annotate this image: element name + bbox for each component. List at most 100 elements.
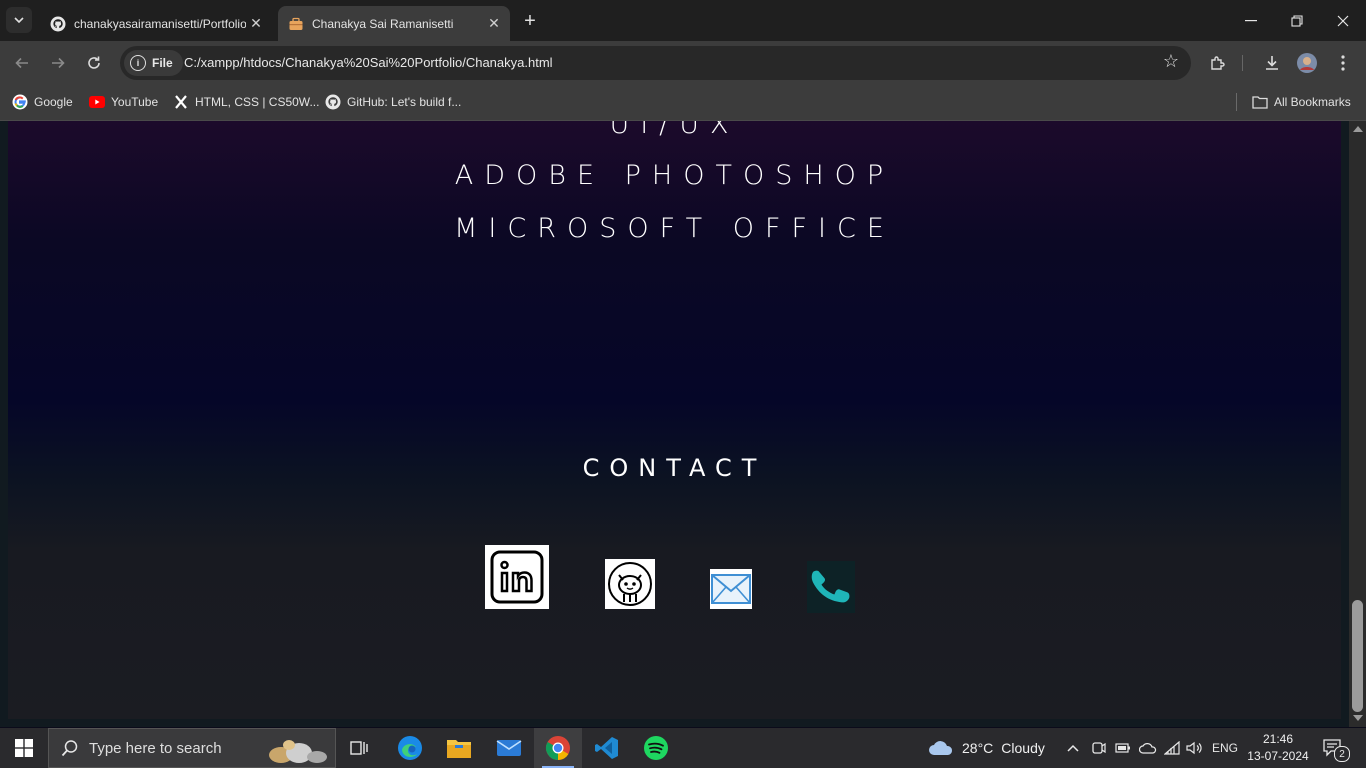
- arrow-right-icon: [52, 57, 65, 69]
- wifi-icon: [1164, 741, 1180, 755]
- portfolio-page: UI/UX ADOBE PHOTOSHOP MICROSOFT OFFICE C…: [8, 121, 1341, 719]
- briefcase-icon: [288, 16, 304, 32]
- onedrive-icon: [1139, 743, 1157, 754]
- bookmark-label: Google: [34, 95, 73, 109]
- minimize-button[interactable]: [1228, 0, 1274, 41]
- contact-heading: CONTACT: [582, 454, 767, 482]
- browser-toolbar: i File C:/xampp/htdocs/Chanakya%20Sai%20…: [0, 41, 1366, 85]
- toolbar-divider: [1242, 55, 1243, 71]
- bookmark-label: YouTube: [111, 95, 159, 109]
- chrome-menu-button[interactable]: [1329, 49, 1357, 77]
- arrow-left-icon: [15, 57, 28, 69]
- system-clock[interactable]: 21:46 13-07-2024: [1246, 731, 1310, 765]
- close-window-button[interactable]: [1320, 0, 1366, 41]
- bookmark-google[interactable]: Google: [12, 93, 73, 111]
- scrollbar-thumb[interactable]: [1352, 600, 1363, 712]
- forward-button[interactable]: [44, 49, 72, 77]
- page-viewport: UI/UX ADOBE PHOTOSHOP MICROSOFT OFFICE C…: [0, 121, 1366, 727]
- bookmark-github[interactable]: GitHub: Let's build f...: [325, 93, 461, 111]
- downloads-button[interactable]: [1258, 49, 1286, 77]
- weather-temp: 28°C: [962, 740, 994, 756]
- github-icon: [50, 16, 66, 32]
- weather-condition: Cloudy: [1001, 740, 1045, 756]
- tab-title: Chanakya Sai Ramanisetti: [312, 16, 454, 31]
- scroll-up-arrow-icon[interactable]: [1353, 126, 1363, 132]
- show-hidden-icons-button[interactable]: [1066, 728, 1080, 768]
- start-button[interactable]: [0, 728, 48, 768]
- task-view-icon: [350, 741, 368, 755]
- bookmark-star-icon[interactable]: ☆: [1163, 51, 1179, 72]
- meet-now-tray[interactable]: [1092, 728, 1106, 768]
- tab-github-portfolio[interactable]: chanakyasairamanisetti/Portfolio ✕: [40, 6, 272, 41]
- close-tab-icon[interactable]: ✕: [246, 14, 266, 34]
- cloud-icon: [929, 741, 953, 755]
- edge-icon: [398, 736, 422, 760]
- notification-badge: 2: [1334, 746, 1350, 762]
- reload-icon: [88, 56, 100, 69]
- scroll-down-arrow-icon[interactable]: [1353, 715, 1363, 721]
- search-icon: [61, 740, 78, 757]
- close-icon: [1337, 15, 1349, 26]
- battery-icon: [1115, 743, 1130, 753]
- speaker-icon: [1186, 741, 1202, 755]
- tab-strip: chanakyasairamanisetti/Portfolio ✕ Chana…: [0, 0, 1366, 41]
- clock-time: 21:46: [1262, 732, 1294, 746]
- restore-icon: [1291, 14, 1303, 27]
- github-link[interactable]: [605, 559, 655, 609]
- reload-button[interactable]: [80, 49, 108, 77]
- back-button[interactable]: [8, 49, 36, 77]
- mail-app[interactable]: [485, 728, 533, 768]
- restore-button[interactable]: [1274, 0, 1320, 41]
- new-tab-button[interactable]: +: [518, 9, 542, 33]
- battery-tray[interactable]: [1115, 728, 1131, 768]
- file-label: File: [152, 56, 173, 70]
- vscode-app[interactable]: [583, 728, 631, 768]
- file-explorer-app[interactable]: [435, 728, 483, 768]
- edge-app[interactable]: [386, 728, 434, 768]
- linkedin-icon: [490, 550, 544, 604]
- spotify-app[interactable]: [632, 728, 680, 768]
- bookmark-youtube[interactable]: YouTube: [89, 93, 158, 111]
- search-placeholder: Type here to search: [89, 739, 222, 757]
- bookmark-cs50w[interactable]: HTML, CSS | CS50W...: [173, 93, 319, 111]
- phone-icon: [811, 570, 850, 603]
- info-icon: i: [130, 55, 146, 71]
- cloud-sync-tray[interactable]: [1139, 728, 1157, 768]
- profile-avatar[interactable]: [1293, 49, 1321, 77]
- weather-widget[interactable]: 28°C Cloudy: [928, 728, 1045, 768]
- skill-item: UI/UX: [609, 121, 740, 140]
- bookmarks-divider: [1236, 93, 1237, 111]
- chevron-down-icon: [14, 17, 24, 24]
- close-tab-icon[interactable]: ✕: [484, 14, 504, 34]
- spotify-icon: [644, 736, 668, 760]
- notification-center-button[interactable]: 2: [1322, 728, 1350, 768]
- bookmark-label: HTML, CSS | CS50W...: [195, 95, 320, 109]
- bookmarks-bar: Google YouTube HTML, CSS | CS50W... GitH…: [0, 85, 1366, 121]
- minimize-icon: [1245, 19, 1257, 21]
- all-bookmarks-button[interactable]: All Bookmarks: [1252, 93, 1351, 111]
- page-scrollbar[interactable]: [1349, 121, 1366, 727]
- url-text[interactable]: C:/xampp/htdocs/Chanakya%20Sai%20Portfol…: [184, 55, 553, 70]
- taskbar-search-box[interactable]: Type here to search: [48, 728, 336, 768]
- folder-icon: [1252, 94, 1268, 110]
- chrome-app[interactable]: [534, 728, 582, 768]
- envelope-icon: [496, 740, 522, 756]
- phone-link[interactable]: [807, 561, 855, 613]
- language-indicator[interactable]: ENG: [1212, 728, 1238, 768]
- task-view-button[interactable]: [336, 728, 384, 768]
- linkedin-link[interactable]: [485, 545, 549, 609]
- site-info-chip[interactable]: i File: [124, 50, 183, 76]
- all-bookmarks-label: All Bookmarks: [1274, 95, 1351, 109]
- address-bar[interactable]: i File C:/xampp/htdocs/Chanakya%20Sai%20…: [120, 46, 1191, 80]
- camera-icon: [1092, 742, 1106, 754]
- folder-icon: [447, 740, 471, 758]
- tab-portfolio[interactable]: Chanakya Sai Ramanisetti ✕: [278, 6, 510, 41]
- volume-tray[interactable]: [1186, 728, 1204, 768]
- extensions-button[interactable]: [1204, 49, 1232, 77]
- tab-search-button[interactable]: [6, 7, 32, 33]
- vscode-icon: [595, 737, 618, 759]
- tab-title: chanakyasairamanisetti/Portfolio: [74, 16, 246, 31]
- skill-item: MICROSOFT OFFICE: [454, 213, 895, 244]
- network-tray[interactable]: [1164, 728, 1180, 768]
- email-link[interactable]: [710, 569, 752, 609]
